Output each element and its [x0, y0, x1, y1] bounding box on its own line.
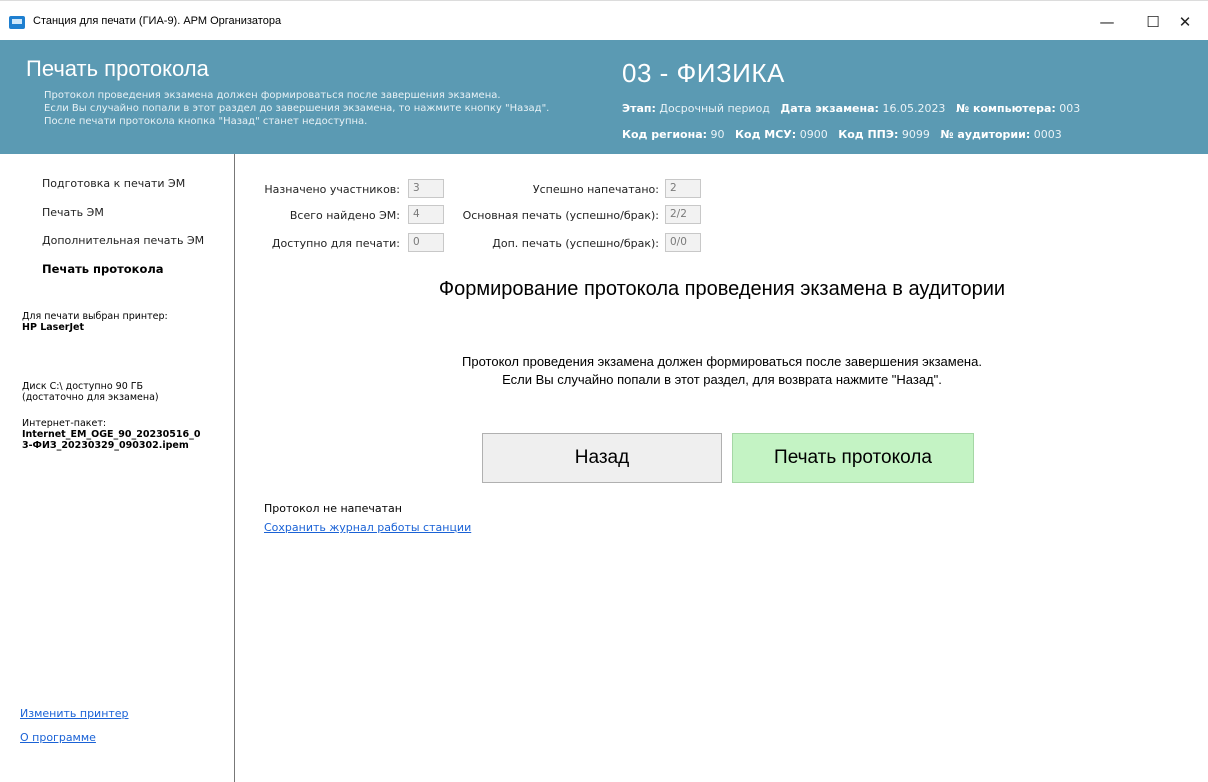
page-title: Печать протокола — [26, 56, 209, 81]
assigned-value: 3 — [408, 179, 444, 198]
msu-label: Код МСУ: — [735, 128, 797, 141]
package-info: Интернет-пакет: Internet_EM_OGE_90_20230… — [22, 418, 200, 451]
exam-date-label: Дата экзамена: — [780, 102, 879, 115]
extra-print-value: 0/0 — [665, 233, 701, 252]
package-label: Интернет-пакет: — [22, 418, 107, 429]
package-name-line: Internet_EM_OGE_90_20230516_0 — [22, 429, 201, 440]
about-link[interactable]: О программе — [20, 731, 96, 744]
print-protocol-button[interactable]: Печать протокола — [732, 433, 974, 483]
protocol-info: Протокол проведения экзамена должен форм… — [236, 353, 1208, 389]
printed-label: Успешно напечатано: — [532, 183, 659, 196]
ppe-value: 9099 — [901, 128, 930, 141]
window-titlebar: Станция для печати (ГИА-9). АРМ Организа… — [0, 0, 1208, 40]
protocol-info-line: Если Вы случайно попали в этот раздел, д… — [502, 372, 942, 387]
found-label: Всего найдено ЭМ: — [289, 209, 400, 222]
region-label: Код региона: — [622, 128, 708, 141]
protocol-info-line: Протокол проведения экзамена должен форм… — [462, 354, 982, 369]
exam-subject: 03 - ФИЗИКА — [622, 58, 785, 88]
save-journal-link[interactable]: Сохранить журнал работы станции — [264, 521, 471, 534]
ppe-label: Код ППЭ: — [838, 128, 899, 141]
printer-label: Для печати выбран принтер: — [22, 311, 168, 322]
protocol-status: Протокол не напечатан — [264, 502, 402, 515]
msu-value: 0900 — [799, 128, 828, 141]
main-print-label: Основная печать (успешно/брак): — [462, 209, 659, 222]
header-description: Протокол проведения экзамена должен форм… — [44, 89, 549, 128]
header-desc-line: После печати протокола кнопка "Назад" ст… — [44, 116, 368, 127]
window-title: Станция для печати (ГИА-9). АРМ Организа… — [33, 15, 282, 27]
header-desc-line: Если Вы случайно попали в этот раздел до… — [44, 103, 550, 114]
auditorium-value: 0003 — [1033, 128, 1062, 141]
main-print-value: 2/2 — [665, 205, 701, 224]
printed-value: 2 — [665, 179, 701, 198]
exam-info-row-1: Этап: Досрочный период Дата экзамена: 16… — [622, 102, 1080, 115]
found-value: 4 — [408, 205, 444, 224]
stage-value: Досрочный период — [659, 102, 770, 115]
disk-info: Диск C:\ доступно 90 ГБ (достаточно для … — [22, 381, 159, 403]
exam-info-row-2: Код региона: 90 Код МСУ: 0900 Код ППЭ: 9… — [622, 128, 1062, 141]
printer-name: HP LaserJet — [22, 322, 84, 333]
protocol-heading: Формирование протокола проведения экзаме… — [438, 278, 1006, 300]
page-header: Печать протокола Протокол проведения экз… — [0, 40, 1208, 154]
disk-space: Диск C:\ доступно 90 ГБ — [22, 381, 144, 392]
extra-print-label: Доп. печать (успешно/брак): — [492, 237, 659, 250]
sidebar-item-print-em[interactable]: Печать ЭМ — [42, 206, 104, 219]
computer-value: 003 — [1059, 102, 1081, 115]
sidebar-item-print-protocol[interactable]: Печать протокола — [42, 262, 164, 276]
change-printer-link[interactable]: Изменить принтер — [20, 707, 129, 720]
printer-info: Для печати выбран принтер: HP LaserJet — [22, 311, 168, 333]
stage-label: Этап: — [622, 102, 656, 115]
package-name-line: 3-ФИЗ_20230329_090302.ipem — [22, 440, 189, 451]
computer-label: № компьютера: — [955, 102, 1056, 115]
region-value: 90 — [710, 128, 725, 141]
auditorium-label: № аудитории: — [940, 128, 1031, 141]
header-desc-line: Протокол проведения экзамена должен форм… — [44, 90, 501, 101]
assigned-label: Назначено участников: — [264, 183, 400, 196]
minimize-button[interactable]: — — [1084, 7, 1130, 37]
disk-status: (достаточно для экзамена) — [22, 392, 159, 403]
exam-date-value: 16.05.2023 — [882, 102, 946, 115]
available-label: Доступно для печати: — [271, 237, 400, 250]
sidebar-item-extra-print[interactable]: Дополнительная печать ЭМ — [42, 234, 204, 247]
back-button[interactable]: Назад — [482, 433, 722, 483]
close-button[interactable]: ✕ — [1162, 7, 1208, 37]
sidebar: Подготовка к печати ЭМ Печать ЭМ Дополни… — [0, 154, 235, 782]
available-value: 0 — [408, 233, 444, 252]
sidebar-item-prepare[interactable]: Подготовка к печати ЭМ — [42, 177, 185, 190]
app-icon — [9, 16, 25, 29]
